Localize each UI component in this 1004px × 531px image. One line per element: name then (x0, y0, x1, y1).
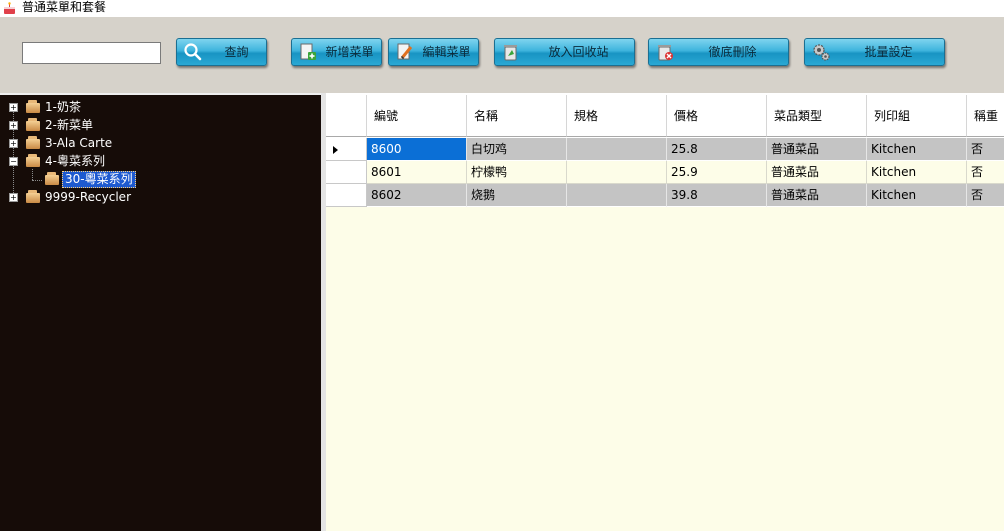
delete-bin-icon (658, 45, 673, 61)
batch-settings-button[interactable]: 批量設定 (804, 38, 945, 66)
cell-price[interactable]: 25.8 (667, 138, 767, 161)
table-row[interactable]: 8600 白切鸡 25.8 普通菜品 Kitchen 否 (326, 138, 1004, 161)
cell-weighed[interactable]: 否 (967, 161, 1004, 184)
cell-name[interactable]: 白切鸡 (467, 138, 567, 161)
edit-menu-label: 編輯菜單 (422, 45, 471, 59)
tree-node-label-selected: 30-粵菜系列 (62, 171, 136, 188)
expand-plus-icon[interactable]: + (9, 193, 18, 202)
cell-price[interactable]: 25.9 (667, 161, 767, 184)
grid-header: 編號 名稱 規格 價格 菜品類型 列印組 稱重 (326, 95, 1004, 138)
tree-node-3[interactable]: + 3-Ala Carte (0, 134, 320, 152)
row-header[interactable] (326, 161, 367, 184)
folder-icon (45, 172, 59, 185)
gears-icon (813, 44, 830, 61)
query-button-label: 查詢 (224, 45, 249, 59)
cell-weighed[interactable]: 否 (967, 138, 1004, 161)
pencil-document-icon (397, 43, 413, 60)
recycle-button[interactable]: 放入回收站 (494, 38, 635, 66)
cell-spec[interactable] (567, 161, 667, 184)
cell-print-group[interactable]: Kitchen (867, 138, 967, 161)
cell-name[interactable]: 柠檬鸭 (467, 161, 567, 184)
table-row[interactable]: 8601 柠檬鸭 25.9 普通菜品 Kitchen 否 (326, 161, 1004, 184)
column-header-price[interactable]: 價格 (667, 95, 767, 137)
folder-icon (26, 118, 40, 131)
column-header-weighed[interactable]: 稱重 (967, 95, 1004, 137)
row-header[interactable] (326, 184, 367, 207)
toolbar: 查詢 新增菜單 編輯菜單 放入回收站 徹底刪除 批量設定 (0, 17, 1004, 93)
tree-node-label: 9999-Recycler (45, 190, 131, 204)
cell-code[interactable]: 8600 (367, 138, 467, 161)
table-row[interactable]: 8602 烧鹅 39.8 普通菜品 Kitchen 否 (326, 184, 1004, 207)
recycle-bin-icon (504, 45, 517, 61)
title-bar: 普通菜單和套餐 (0, 0, 1004, 17)
folder-icon (26, 190, 40, 203)
folder-icon (26, 136, 40, 149)
query-button[interactable]: 查詢 (176, 38, 267, 66)
recycle-label: 放入回收站 (548, 45, 609, 59)
column-header-type[interactable]: 菜品類型 (767, 95, 867, 137)
row-header[interactable] (326, 138, 367, 161)
tree-node-2[interactable]: + 2-新菜单 (0, 116, 320, 134)
column-header-print-group[interactable]: 列印組 (867, 95, 967, 137)
cell-name[interactable]: 烧鹅 (467, 184, 567, 207)
cell-type[interactable]: 普通菜品 (767, 184, 867, 207)
new-menu-label: 新增菜單 (325, 45, 374, 59)
tree-node-label: 4-粵菜系列 (45, 154, 105, 168)
delete-button[interactable]: 徹底刪除 (648, 38, 789, 66)
tree-node-label: 3-Ala Carte (45, 136, 113, 150)
collapse-minus-icon[interactable]: − (9, 157, 18, 166)
column-header-spec[interactable]: 規格 (567, 95, 667, 137)
expand-plus-icon[interactable]: + (9, 121, 18, 130)
folder-icon (26, 154, 40, 167)
cell-weighed[interactable]: 否 (967, 184, 1004, 207)
category-tree: + 1-奶茶 + 2-新菜单 + 3-Ala Carte − 4-粵菜系列 30… (0, 93, 321, 531)
cell-code[interactable]: 8601 (367, 161, 467, 184)
column-header-name[interactable]: 名稱 (467, 95, 567, 137)
cell-type[interactable]: 普通菜品 (767, 138, 867, 161)
edit-menu-button[interactable]: 編輯菜單 (388, 38, 479, 66)
tree-node-label: 2-新菜单 (45, 118, 93, 132)
cell-price[interactable]: 39.8 (667, 184, 767, 207)
tree-node-4-child[interactable]: 30-粵菜系列 (0, 170, 320, 188)
cell-code[interactable]: 8602 (367, 184, 467, 207)
cake-icon (4, 2, 15, 14)
search-input[interactable] (22, 42, 161, 64)
column-header-code[interactable]: 編號 (367, 95, 467, 137)
tree-node-1[interactable]: + 1-奶茶 (0, 98, 320, 116)
magnifier-icon (184, 43, 202, 61)
new-menu-button[interactable]: 新增菜單 (291, 38, 382, 66)
cell-print-group[interactable]: Kitchen (867, 184, 967, 207)
add-document-icon (300, 43, 316, 60)
delete-label: 徹底刪除 (708, 45, 757, 59)
folder-icon (26, 100, 40, 113)
tree-node-label: 1-奶茶 (45, 100, 81, 114)
cell-spec[interactable] (567, 138, 667, 161)
cell-print-group[interactable]: Kitchen (867, 161, 967, 184)
cell-type[interactable]: 普通菜品 (767, 161, 867, 184)
expand-plus-icon[interactable]: + (9, 103, 18, 112)
current-row-arrow-icon (333, 146, 338, 154)
cell-spec[interactable] (567, 184, 667, 207)
menu-grid: 編號 名稱 規格 價格 菜品類型 列印組 稱重 8600 白切鸡 25.8 普通… (326, 95, 1004, 531)
expand-plus-icon[interactable]: + (9, 139, 18, 148)
batch-settings-label: 批量設定 (864, 45, 913, 59)
window-title: 普通菜單和套餐 (22, 0, 107, 14)
header-corner[interactable] (326, 95, 367, 137)
tree-node-5[interactable]: + 9999-Recycler (0, 188, 320, 206)
tree-node-4[interactable]: − 4-粵菜系列 (0, 152, 320, 170)
